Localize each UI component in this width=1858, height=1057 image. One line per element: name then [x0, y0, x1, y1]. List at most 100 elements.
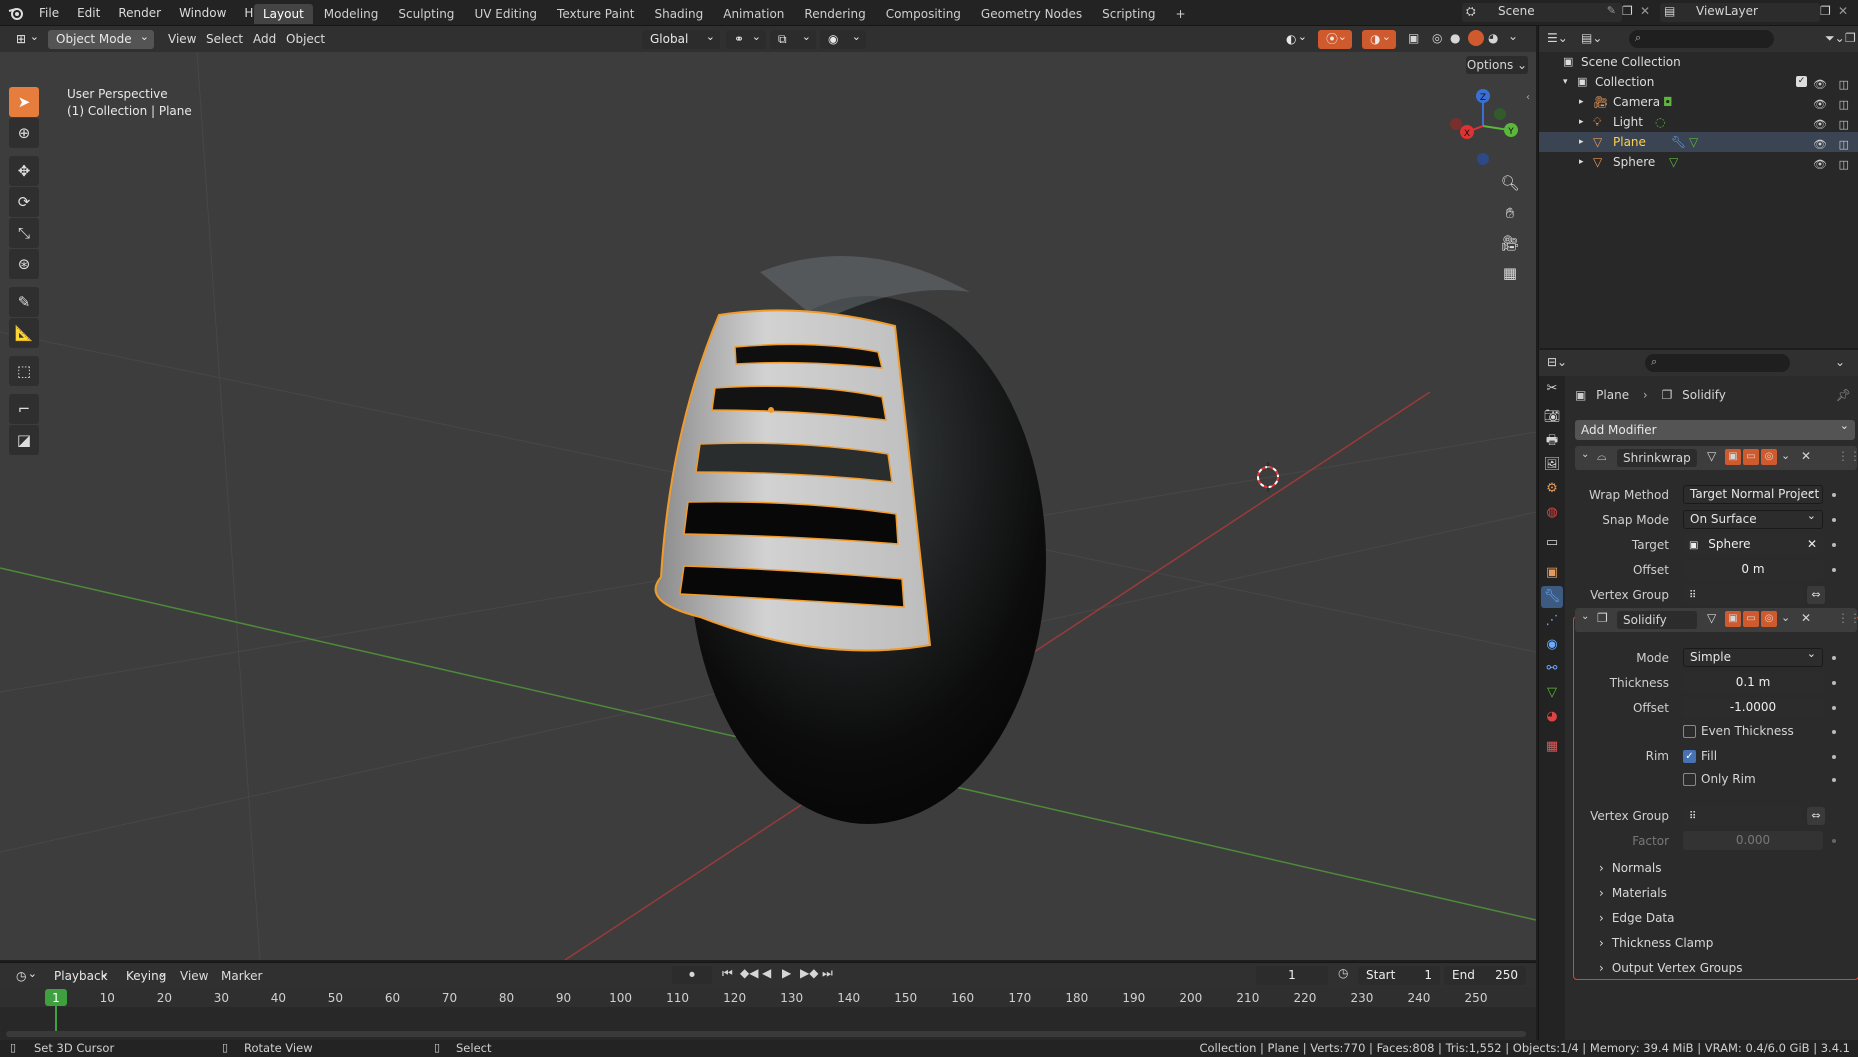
proportional-dropdown[interactable]: ◉ [820, 27, 866, 49]
cage-toggle-icon[interactable]: ▣ [1725, 611, 1741, 627]
next-keyframe-icon[interactable]: ▶◆ [800, 966, 818, 980]
new-scene-icon[interactable]: ❐ [1622, 4, 1633, 18]
factor-field[interactable]: 0.000 [1683, 831, 1823, 850]
solidify-modifier-header[interactable]: ⌄ ❐ Solidify ▽ ▣ ▭ ◎ ⌄ ✕ ⋮⋮ [1575, 608, 1858, 632]
thickness-clamp-section[interactable]: › Thickness Clamp [1599, 936, 1713, 950]
editor-type-dropdown[interactable]: ⊞ [8, 27, 44, 49]
solidify-name-field[interactable]: Solidify [1617, 611, 1697, 629]
snap-mode-dropdown[interactable]: On Surface [1683, 507, 1823, 529]
playback-dropdown[interactable]: Playback [46, 964, 114, 986]
modifier-menu-icon[interactable]: ⌄ [1781, 611, 1790, 624]
properties-options-icon[interactable]: ⌄ [1835, 355, 1845, 369]
rotate-tool[interactable]: ⟳ [9, 187, 39, 217]
menu-file[interactable]: File [30, 0, 68, 26]
shrinkwrap-name-field[interactable]: Shrinkwrap [1617, 449, 1697, 467]
timeline-editor-icon[interactable]: ◷ [8, 964, 42, 986]
solidify-offset-field[interactable]: -1.0000 [1683, 698, 1823, 717]
collapse-icon[interactable]: ⌄ [1581, 611, 1589, 622]
thickness-field[interactable]: 0.1 m [1683, 673, 1823, 692]
annotate-tool[interactable]: ✎ [9, 287, 39, 317]
solidify-mode-dropdown[interactable]: Simple [1683, 645, 1823, 667]
modifier-menu-icon[interactable]: ⌄ [1781, 449, 1790, 462]
viewport-toggle-icon[interactable]: ▭ [1743, 611, 1759, 627]
move-tool[interactable]: ✥ [9, 156, 39, 186]
current-frame-field[interactable]: 1 [1256, 966, 1328, 985]
wrap-method-dropdown[interactable]: Target Normal Project [1683, 482, 1823, 504]
expand-icon[interactable]: ▸ [1579, 92, 1584, 112]
sidebar-toggle-icon[interactable]: ‹ [1526, 92, 1530, 103]
mode-dropdown[interactable]: Object Mode [48, 27, 154, 49]
expand-icon[interactable]: ▸ [1579, 112, 1584, 132]
even-thickness-checkbox[interactable] [1683, 725, 1696, 738]
play-reverse-icon[interactable]: ◀ [762, 966, 771, 980]
drag-handle-icon[interactable]: ⋮⋮ [1837, 449, 1858, 463]
viewport-canvas[interactable]: Z Y X [0, 52, 1536, 960]
snap-dropdown[interactable]: ⧉ [770, 27, 816, 49]
render-toggle-icon[interactable]: ◎ [1761, 449, 1777, 465]
clock-icon[interactable]: ◷ [1338, 966, 1348, 980]
outliner-editor-icon[interactable]: ☰⌄ [1547, 31, 1568, 45]
collapse-icon[interactable]: ⌄ [1581, 449, 1589, 460]
pivot-dropdown[interactable]: ⚭ [726, 27, 766, 49]
output-tab-icon[interactable]: 🖶 [1541, 430, 1563, 452]
output-vertex-groups-section[interactable]: › Output Vertex Groups [1599, 961, 1742, 975]
visibility-dropdown[interactable]: ◐ [1278, 27, 1312, 49]
expand-icon[interactable]: ▾ [1563, 72, 1568, 92]
camera-view-button[interactable]: 🎥︎ [1497, 230, 1523, 256]
measure-tool[interactable]: 📐 [9, 318, 39, 348]
timeline-menu-marker[interactable]: Marker [221, 967, 262, 986]
menu-select[interactable]: Select [206, 30, 243, 49]
overlay-dropdown[interactable]: ◑ [1362, 27, 1396, 49]
tab-modeling[interactable]: Modeling [315, 4, 388, 24]
tab-compositing[interactable]: Compositing [877, 4, 970, 24]
outliner-item-plane[interactable]: ▸ ▽ Plane 🔧︎ ▽ 👁︎ ◫ [1539, 132, 1858, 152]
keyframe-dot[interactable] [1832, 839, 1836, 843]
remove-modifier-icon[interactable]: ✕ [1801, 449, 1811, 463]
menu-object[interactable]: Object [286, 30, 325, 49]
keyframe-dot[interactable] [1832, 681, 1836, 685]
xray-icon[interactable]: ▣ [1408, 31, 1419, 45]
3d-viewport[interactable]: Z Y X ➤ ⊕ ✥ ⟳ ⤡ ⊛ ✎ 📐 ⬚ ⌐ ◪ User Perspec… [0, 52, 1536, 960]
render-tab-icon[interactable]: 📷︎ [1541, 406, 1563, 428]
edit-mode-toggle-icon[interactable]: ▽ [1707, 611, 1716, 625]
keyframe-dot[interactable] [1832, 568, 1836, 572]
exclude-checkbox[interactable]: ✓ [1796, 76, 1807, 87]
particles-tab-icon[interactable]: ⋰ [1541, 610, 1563, 632]
tab-geometry-nodes[interactable]: Geometry Nodes [972, 4, 1091, 24]
view-layer-selector[interactable]: ▤ ViewLayer [1660, 3, 1820, 22]
expand-icon[interactable]: ▸ [1579, 132, 1584, 152]
keyframe-dot[interactable] [1832, 493, 1836, 497]
shading-solid-icon[interactable]: ● [1450, 31, 1460, 45]
drag-handle-icon[interactable]: ⋮⋮ [1837, 611, 1858, 625]
pin-icon[interactable]: ✎ [1607, 4, 1616, 17]
new-collection-icon[interactable]: ❐ [1845, 31, 1856, 45]
outliner-collection[interactable]: ▾ ▣ Collection ✓ 👁︎ ◫ [1539, 72, 1858, 92]
keyframe-dot[interactable] [1832, 656, 1836, 660]
shading-material-icon[interactable] [1468, 30, 1484, 46]
tab-uv-editing[interactable]: UV Editing [465, 4, 546, 24]
tab-texture-paint[interactable]: Texture Paint [548, 4, 643, 24]
only-rim-checkbox[interactable] [1683, 773, 1696, 786]
render-camera-icon[interactable]: ◫ [1839, 155, 1849, 175]
edge-data-section[interactable]: › Edge Data [1599, 911, 1674, 925]
jump-end-icon[interactable]: ⏭ [822, 966, 833, 981]
keyframe-dot[interactable] [1832, 518, 1836, 522]
tool-tab-icon[interactable]: ✂ [1541, 378, 1563, 400]
outliner-scene-collection[interactable]: ▣ Scene Collection [1539, 52, 1858, 72]
shrinkwrap-modifier-header[interactable]: ⌄ ⌓ Shrinkwrap ▽ ▣ ▭ ◎ ⌄ ✕ ⋮⋮ [1575, 446, 1858, 470]
start-frame-field[interactable]: Start 1 [1358, 966, 1440, 985]
pin-icon[interactable]: 📌︎ [1836, 386, 1851, 404]
record-icon[interactable]: ⏺ [672, 966, 712, 984]
fill-checkbox[interactable]: ✓ [1683, 750, 1696, 763]
properties-editor-icon[interactable]: ⊟⌄ [1547, 355, 1567, 369]
cursor-tool[interactable]: ⊕ [9, 118, 39, 148]
delete-view-layer-icon[interactable]: ✕ [1838, 4, 1848, 18]
shading-wireframe-icon[interactable]: ◎ [1432, 31, 1442, 45]
materials-section[interactable]: › Materials [1599, 886, 1667, 900]
add-cube-tool[interactable]: ⬚ [9, 356, 39, 386]
timeline-scrollbar[interactable] [6, 1031, 1526, 1037]
zoom-button[interactable]: 🔍︎ [1497, 170, 1523, 196]
remove-modifier-icon[interactable]: ✕ [1801, 611, 1811, 625]
invert-vertex-group-icon[interactable]: ⇔ [1807, 586, 1825, 604]
outliner-search-input[interactable]: ⌕ [1629, 30, 1774, 48]
